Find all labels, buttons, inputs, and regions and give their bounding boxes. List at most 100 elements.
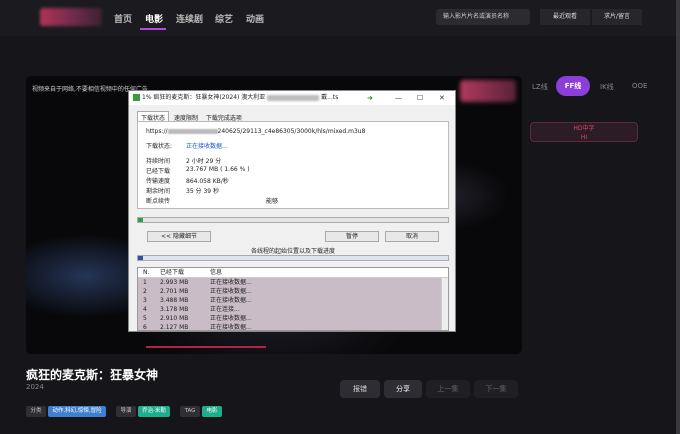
cell-info: 正在接收数据... (210, 324, 252, 331)
share-button[interactable]: 分享 (384, 380, 422, 398)
category-value[interactable]: 动作,科幻,惊悚,冒险 (48, 406, 106, 417)
recent-watch-button[interactable]: 最近观看 (540, 9, 590, 25)
status-value: 正在接收数据... (186, 143, 228, 150)
cancel-button[interactable]: 取消 (385, 231, 439, 242)
tag-value[interactable]: 电影 (202, 406, 222, 417)
col-downloaded[interactable]: 已经下载 (160, 268, 184, 278)
info-label: 剩余时间 (146, 188, 171, 195)
nav-anime[interactable]: 动画 (246, 12, 264, 25)
pause-button[interactable]: 暂停 (325, 231, 379, 242)
playback-progress[interactable] (146, 346, 266, 348)
cell-downloaded: 2.127 MB (160, 324, 189, 331)
cell-downloaded: 2.993 MB (160, 279, 189, 286)
blurred-logo (460, 80, 516, 102)
cell-n: 3 (143, 297, 147, 304)
tag-label: TAG (180, 406, 200, 417)
table-row[interactable]: 2 2.701 MB 正在接收数据... (138, 287, 448, 296)
search-input[interactable]: 输入影片片名或演员名称 (436, 9, 530, 25)
col-n[interactable]: N. (143, 268, 149, 278)
info-label: 传输速度 (146, 178, 171, 185)
minimize-icon[interactable]: — (395, 91, 402, 105)
status-panel: https:// 240625/29113_c4e86305/3000k/hls/… (137, 121, 449, 209)
status-row: 下载状态: 正在接收数据... (146, 141, 228, 150)
col-info[interactable]: 信息 (210, 268, 222, 278)
info-row: 已经下载 23.767 MB ( 1.66 % ) (146, 166, 250, 175)
site-logo[interactable] (40, 8, 102, 26)
cell-downloaded: 3.178 MB (160, 306, 189, 313)
table-scrollbar[interactable] (441, 278, 448, 330)
threads-table: N. 已经下载 信息 1 2.993 MB 正在接收数据... 2 2.701 MB 正… (137, 267, 449, 331)
line-ooe[interactable]: OOE (632, 82, 647, 90)
request-message-button[interactable]: 求片/留言 (592, 9, 642, 25)
cell-info: 正在接收数据... (210, 288, 252, 295)
episode-hd[interactable]: HD中字 HI (530, 122, 638, 142)
report-button[interactable]: 报错 (340, 380, 380, 398)
cell-downloaded: 2.701 MB (160, 288, 189, 295)
info-row: 传输速度 864.058 KB/秒 (146, 176, 229, 185)
segments-label: 各线程的起始位置以及下载进度 (250, 248, 335, 255)
segments-bar (137, 255, 449, 261)
line-ik[interactable]: IK线 (600, 82, 614, 92)
nav-series[interactable]: 连续剧 (176, 12, 203, 25)
dialog-titlebar: 1% 疯狂的麦克斯：狂暴女神(2024) 澳大利亚 戴...ts ➜ — ☐ ✕ (129, 91, 455, 105)
line-lz[interactable]: LZ线 (532, 82, 548, 92)
dialog-title: 1% 疯狂的麦克斯：狂暴女神(2024) 澳大利亚 (142, 94, 266, 101)
cell-downloaded: 2.910 MB (160, 315, 189, 322)
info-value: 35 分 39 秒 (186, 188, 219, 195)
nav-variety[interactable]: 综艺 (215, 12, 233, 25)
maximize-icon[interactable]: ☐ (417, 91, 423, 105)
line-ff[interactable]: FF线 (556, 76, 590, 96)
category-label: 分类 (26, 406, 46, 417)
download-dialog: 1% 疯狂的麦克斯：狂暴女神(2024) 澳大利亚 戴...ts ➜ — ☐ ✕… (128, 90, 456, 332)
info-value: 23.767 MB ( 1.66 % ) (186, 166, 250, 173)
page-scrollbar[interactable] (676, 0, 680, 434)
table-row[interactable]: 6 2.127 MB 正在接收数据... (138, 323, 448, 331)
url-prefix: https:// (146, 128, 168, 135)
director-value[interactable]: 乔治·米勒 (138, 406, 170, 417)
cell-n: 4 (143, 306, 147, 313)
info-row: 持续时间 2 小时 29 分 (146, 156, 221, 165)
info-row: 断点续传 能够 (146, 196, 278, 205)
cell-n: 2 (143, 288, 147, 295)
download-progress-bar (137, 217, 449, 223)
table-row[interactable]: 1 2.993 MB 正在接收数据... (138, 278, 448, 287)
movie-title: 疯狂的麦克斯：狂暴女神 (26, 368, 159, 382)
hd-sub: HI (580, 134, 588, 141)
table-row[interactable]: 5 2.910 MB 正在接收数据... (138, 314, 448, 323)
cell-info: 正在接收数据... (210, 279, 252, 286)
info-label: 已经下载 (146, 168, 171, 175)
info-value: 864.058 KB/秒 (186, 178, 229, 185)
hd-label: HD中字 (573, 125, 595, 132)
table-row[interactable]: 3 3.488 MB 正在接收数据... (138, 296, 448, 305)
table-row[interactable]: 4 3.178 MB 正在连接... (138, 305, 448, 314)
info-row: 剩余时间 35 分 39 秒 (146, 186, 219, 195)
blurred-text (267, 94, 320, 101)
nav-home[interactable]: 首页 (114, 12, 132, 25)
next-episode-button[interactable]: 下一集 (474, 380, 518, 398)
nav-movies[interactable]: 电影 (145, 12, 163, 25)
close-icon[interactable]: ✕ (439, 91, 445, 105)
info-label: 断点续传 (146, 198, 171, 205)
cell-n: 5 (143, 315, 147, 322)
app-icon (133, 94, 140, 101)
cell-info: 正在接收数据... (210, 297, 252, 304)
download-progress-fill (138, 218, 144, 222)
table-header: N. 已经下载 信息 (138, 268, 448, 278)
director-label: 导演 (116, 406, 136, 417)
top-navbar: 首页 电影 连续剧 综艺 动画 输入影片片名或演员名称 最近观看 求片/留言 (0, 0, 680, 36)
info-value: 2 小时 29 分 (186, 158, 222, 165)
cell-info: 正在连接... (210, 306, 240, 313)
url-suffix: 240625/29113_c4e86305/3000k/hls/mixed.m3… (217, 128, 366, 135)
info-value: 能够 (266, 198, 279, 205)
prev-episode-button[interactable]: 上一集 (426, 380, 470, 398)
cell-n: 6 (143, 324, 147, 331)
dialog-title-suffix: 戴...ts (321, 94, 339, 101)
cell-downloaded: 3.488 MB (160, 297, 189, 304)
cell-info: 正在接收数据... (210, 315, 252, 322)
info-label: 持续时间 (146, 158, 171, 165)
nav-active-indicator (140, 28, 166, 30)
cell-n: 1 (143, 279, 147, 286)
hide-details-button[interactable]: << 隐藏细节 (147, 231, 211, 242)
download-url: https:// 240625/29113_c4e86305/3000k/hls/… (146, 128, 365, 135)
arrow-icon: ➜ (367, 94, 373, 102)
